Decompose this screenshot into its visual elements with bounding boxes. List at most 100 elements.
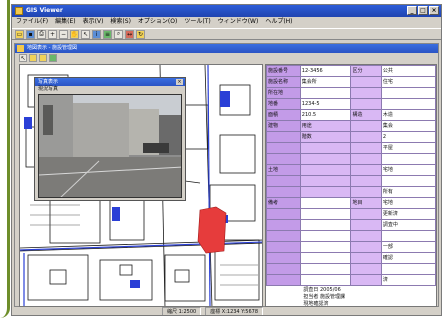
attribute-value-cell[interactable] bbox=[299, 142, 352, 154]
menu-search[interactable]: 検索(S) bbox=[110, 17, 131, 27]
main-toolbar: ▭ ▪ ⎙ + − ✋ ↖ i ≡ ⌕ ↔ ↻ bbox=[12, 28, 441, 40]
attribute-value-cell[interactable] bbox=[299, 263, 352, 275]
print-icon[interactable]: ⎙ bbox=[37, 29, 46, 39]
attribute-value-cell[interactable] bbox=[380, 87, 436, 99]
attribute-value-cell[interactable] bbox=[299, 208, 352, 220]
attribute-value-cell[interactable]: 更新済 bbox=[380, 208, 436, 220]
attribute-value-cell[interactable]: 確認 bbox=[380, 252, 436, 264]
menu-view[interactable]: 表示(V) bbox=[83, 17, 104, 27]
attribute-label-cell bbox=[350, 120, 382, 132]
menu-window[interactable]: ウィンドウ(W) bbox=[218, 17, 259, 27]
attribute-value-cell[interactable] bbox=[299, 197, 352, 209]
menu-file[interactable]: ファイル(F) bbox=[16, 17, 48, 27]
attribute-value-cell[interactable] bbox=[299, 230, 352, 242]
save-icon[interactable]: ▪ bbox=[26, 29, 35, 39]
menu-help[interactable]: ヘルプ(H) bbox=[265, 17, 292, 27]
attribute-label-cell: 構造 bbox=[350, 109, 382, 121]
attribute-row[interactable]: 済 bbox=[266, 274, 436, 286]
attribute-value-cell[interactable]: 平屋 bbox=[380, 142, 436, 154]
attribute-row[interactable]: 一部 bbox=[266, 241, 436, 253]
arrow-icon[interactable]: ↖ bbox=[19, 54, 27, 62]
attribute-value-cell[interactable]: 210.5 bbox=[299, 109, 352, 121]
attribute-value-cell[interactable]: 2 bbox=[380, 131, 436, 143]
folder-icon[interactable] bbox=[29, 54, 37, 62]
attribute-value-cell[interactable] bbox=[380, 153, 436, 165]
refresh-icon[interactable]: ↻ bbox=[136, 29, 145, 39]
attribute-value-cell[interactable]: 住宅 bbox=[380, 76, 436, 88]
attribute-value-cell[interactable]: 済 bbox=[380, 274, 436, 286]
maximize-button[interactable]: □ bbox=[418, 6, 428, 15]
zoom-out-icon[interactable]: − bbox=[59, 29, 68, 39]
attribute-value-cell[interactable]: 用途 bbox=[299, 120, 352, 132]
info-icon[interactable]: i bbox=[92, 29, 101, 39]
photo-close-button[interactable]: × bbox=[176, 79, 183, 85]
attribute-row[interactable]: 面積 210.5 構造 木造 bbox=[266, 109, 436, 121]
close-button[interactable]: × bbox=[429, 6, 439, 15]
measure-icon[interactable]: ↔ bbox=[125, 29, 134, 39]
photo-caption: 現況写真 bbox=[38, 86, 59, 92]
attribute-value-cell[interactable] bbox=[299, 252, 352, 264]
minimize-button[interactable]: _ bbox=[407, 6, 417, 15]
attribute-value-cell[interactable] bbox=[299, 175, 352, 187]
attribute-label-cell: 土地 bbox=[266, 164, 301, 176]
attribute-row[interactable]: 更新済 bbox=[266, 208, 436, 220]
attribute-row[interactable] bbox=[266, 263, 436, 275]
attribute-value-cell[interactable]: 1234-5 bbox=[299, 98, 352, 110]
zoom-in-icon[interactable]: + bbox=[48, 29, 57, 39]
attribute-row[interactable]: 所有 bbox=[266, 186, 436, 198]
attribute-row[interactable]: 土地 宅地 bbox=[266, 164, 436, 176]
attribute-value-cell[interactable]: 木造 bbox=[380, 109, 436, 121]
attribute-value-cell[interactable]: 宅地 bbox=[380, 197, 436, 209]
window-title: GIS Viewer bbox=[26, 7, 63, 14]
attribute-row[interactable] bbox=[266, 230, 436, 242]
attribute-row[interactable]: 建物 用途 集会 bbox=[266, 120, 436, 132]
attribute-value-cell[interactable]: 集会所 bbox=[299, 76, 352, 88]
pan-icon[interactable]: ✋ bbox=[70, 29, 79, 39]
attribute-value-cell[interactable]: 宅地 bbox=[380, 164, 436, 176]
attribute-value-cell[interactable] bbox=[299, 186, 352, 198]
attribute-row[interactable]: 施設番号 12-3456 区分 公共 bbox=[266, 65, 436, 77]
attribute-row[interactable]: 調査中 bbox=[266, 219, 436, 231]
menu-tools[interactable]: ツール(T) bbox=[184, 17, 210, 27]
photo-icon[interactable] bbox=[39, 54, 47, 62]
menu-edit[interactable]: 編集(E) bbox=[55, 17, 75, 27]
layer-toggle-icon[interactable] bbox=[49, 54, 57, 62]
select-icon[interactable]: ↖ bbox=[81, 29, 90, 39]
photo-viewer-window: 写真表示 × 現況写真 bbox=[34, 77, 186, 201]
document-icon bbox=[17, 45, 24, 52]
attribute-value-cell[interactable] bbox=[380, 263, 436, 275]
attribute-value-cell[interactable]: 12-3456 bbox=[299, 65, 352, 77]
attribute-value-cell[interactable]: 公共 bbox=[380, 65, 436, 77]
attribute-row[interactable]: 地番 1234-5 bbox=[266, 98, 436, 110]
attribute-value-cell[interactable] bbox=[380, 98, 436, 110]
attribute-value-cell[interactable] bbox=[299, 274, 352, 286]
open-icon[interactable]: ▭ bbox=[15, 29, 24, 39]
attribute-value-cell[interactable]: 集会 bbox=[380, 120, 436, 132]
attribute-value-cell[interactable] bbox=[380, 175, 436, 187]
attribute-value-cell[interactable] bbox=[299, 219, 352, 231]
attribute-row[interactable]: 施設名称 集会所 住宅 bbox=[266, 76, 436, 88]
attribute-value-cell[interactable] bbox=[299, 164, 352, 176]
search-icon[interactable]: ⌕ bbox=[114, 29, 123, 39]
attribute-value-cell[interactable]: 階数 bbox=[299, 131, 352, 143]
attribute-row[interactable]: 確認 bbox=[266, 252, 436, 264]
status-scale: 縮尺 1:2500 bbox=[162, 307, 202, 315]
attribute-row[interactable]: 階数 2 bbox=[266, 131, 436, 143]
attribute-row[interactable] bbox=[266, 153, 436, 165]
attribute-value-cell[interactable]: 所有 bbox=[380, 186, 436, 198]
map-document-window: 地図表示 - 施設管理図 ↖ 写真表示 × 現況写真 施設番号 12-3456 … bbox=[14, 43, 439, 307]
attribute-value-cell[interactable]: 調査中 bbox=[380, 219, 436, 231]
attribute-row[interactable]: 備考 地目 宅地 bbox=[266, 197, 436, 209]
attribute-value-cell[interactable]: 一部 bbox=[380, 241, 436, 253]
attribute-row[interactable]: 所在地 bbox=[266, 87, 436, 99]
attribute-value-cell[interactable] bbox=[299, 87, 352, 99]
attribute-row[interactable]: 平屋 bbox=[266, 142, 436, 154]
menu-options[interactable]: オプション(O) bbox=[138, 17, 177, 27]
attribute-value-cell[interactable] bbox=[380, 230, 436, 242]
attribute-value-cell[interactable] bbox=[299, 241, 352, 253]
layer-icon[interactable]: ≡ bbox=[103, 29, 112, 39]
attribute-label-cell bbox=[266, 241, 301, 253]
attribute-label-cell bbox=[266, 230, 301, 242]
attribute-row[interactable] bbox=[266, 175, 436, 187]
attribute-value-cell[interactable] bbox=[299, 153, 352, 165]
